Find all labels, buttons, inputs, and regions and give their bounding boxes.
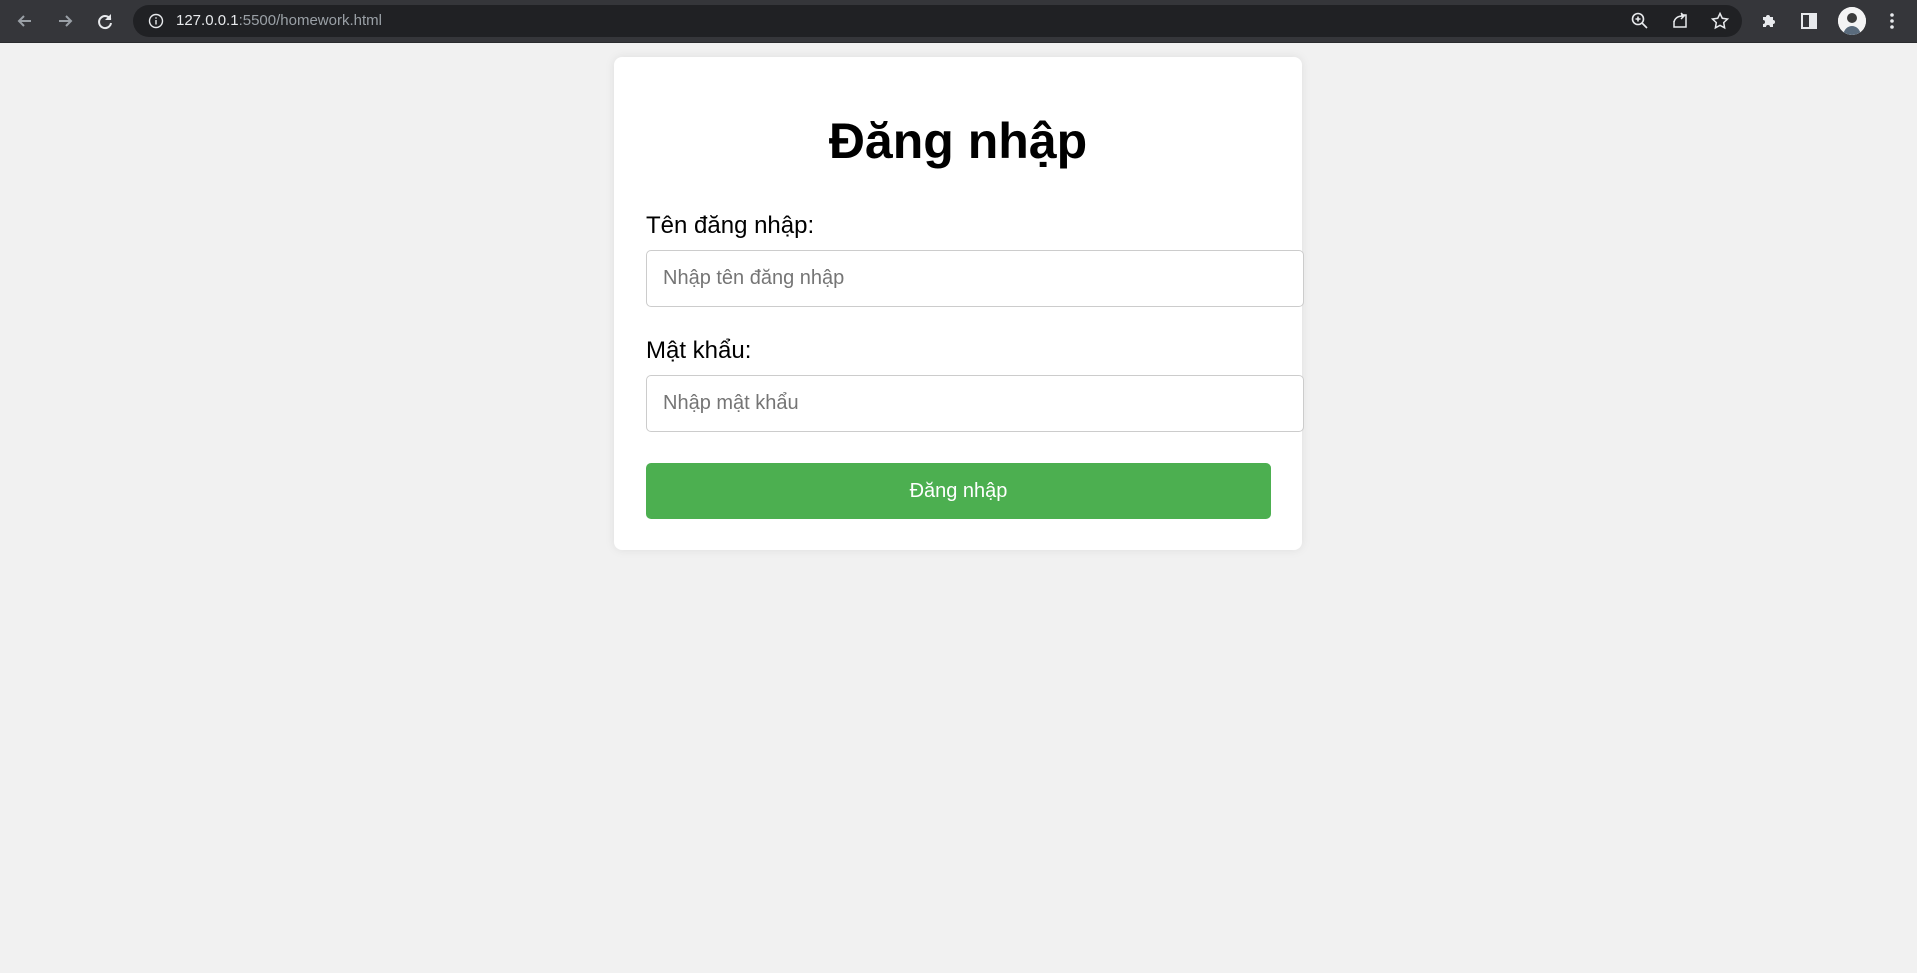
back-button[interactable] bbox=[7, 3, 43, 39]
reload-button[interactable] bbox=[87, 3, 123, 39]
kebab-menu-icon bbox=[1890, 13, 1894, 29]
username-label: Tên đăng nhập: bbox=[646, 212, 815, 239]
side-panel-button[interactable] bbox=[1797, 9, 1821, 33]
url-text[interactable]: 127.0.0.1:5500/homework.html bbox=[176, 5, 382, 37]
page-title: Đăng nhập bbox=[828, 113, 1088, 169]
password-label: Mật khẩu: bbox=[646, 337, 752, 364]
side-panel-icon bbox=[1801, 13, 1817, 29]
share-icon bbox=[1673, 12, 1687, 28]
forward-button[interactable] bbox=[47, 3, 83, 39]
menu-button[interactable] bbox=[1880, 9, 1904, 33]
username-input[interactable] bbox=[646, 250, 1304, 307]
url-path: :5500/homework.html bbox=[238, 12, 382, 29]
reload-icon bbox=[98, 14, 112, 30]
star-icon bbox=[1710, 11, 1730, 30]
share-button[interactable] bbox=[1669, 10, 1691, 32]
address-bar[interactable]: 127.0.0.1:5500/homework.html bbox=[133, 5, 1742, 37]
password-input[interactable] bbox=[646, 375, 1304, 432]
zoom-icon bbox=[1631, 12, 1648, 29]
puzzle-icon bbox=[1763, 15, 1775, 27]
login-card: Đăng nhập Tên đăng nhập: Mật khẩu: Đăng … bbox=[614, 57, 1304, 550]
browser-toolbar: 127.0.0.1:5500/homework.html bbox=[0, 0, 1917, 43]
url-host: 127.0.0.1 bbox=[176, 12, 239, 29]
arrow-right-icon bbox=[59, 15, 73, 27]
arrow-left-icon bbox=[17, 15, 31, 27]
extensions-button[interactable] bbox=[1757, 9, 1781, 33]
login-button[interactable]: Đăng nhập bbox=[646, 463, 1271, 519]
profile-avatar[interactable] bbox=[1838, 7, 1866, 35]
info-icon[interactable] bbox=[148, 13, 164, 29]
bookmark-button[interactable] bbox=[1709, 10, 1731, 32]
title-wrap: Đăng nhập bbox=[614, 116, 1302, 176]
avatar-icon bbox=[1838, 7, 1866, 35]
zoom-button[interactable] bbox=[1629, 10, 1651, 32]
